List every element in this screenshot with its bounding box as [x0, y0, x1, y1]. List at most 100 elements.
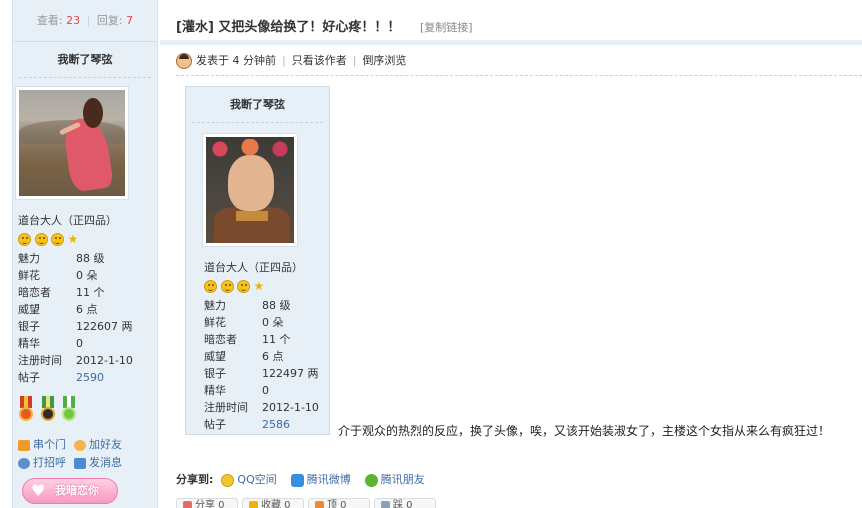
favorite-button[interactable]: 收藏 0	[242, 498, 304, 508]
upvote-label: 顶 0	[327, 500, 347, 508]
online-status-icon	[176, 53, 192, 69]
star-icon: ★	[67, 231, 79, 246]
visit-link[interactable]: 串个门	[18, 436, 66, 454]
share-count-label: 分享 0	[195, 500, 225, 508]
row-key: 银子	[18, 320, 40, 333]
row-key: 威望	[18, 303, 40, 316]
profile-row: 魅力 88 级	[18, 250, 142, 267]
row-key: 精华	[18, 337, 40, 350]
card-row: 魅力 88 级	[204, 297, 324, 314]
profile-row: 威望 6 点	[18, 301, 142, 318]
message-link[interactable]: 发消息	[74, 454, 122, 472]
upvote-button[interactable]: 顶 0	[308, 498, 370, 508]
card-profile: 道台大人（正四品） ★ 魅力 88 级 鲜花 0 朵 暗恋者 11 个 威望 6 点 银…	[204, 259, 324, 433]
row-key: 银子	[204, 367, 226, 380]
greet-link[interactable]: 打招呼	[18, 454, 66, 472]
meta-divider: |	[352, 54, 357, 67]
row-key: 暗恋者	[18, 286, 51, 299]
post-divider	[176, 75, 862, 76]
author-profile: 道台大人（正四品） ★ 魅力 88 级 鲜花 0 朵 暗恋者 11 个 威望 6 点 银…	[18, 212, 142, 386]
add-friend-link[interactable]: 加好友	[74, 436, 122, 454]
share-pengyou-label: 腾讯朋友	[380, 473, 425, 486]
card-avatar-photo	[206, 137, 294, 243]
profile-row: 暗恋者 11 个	[18, 284, 142, 301]
share-weibo[interactable]: 腾讯微博	[290, 471, 351, 489]
card-rank: 道台大人（正四品）	[204, 261, 303, 274]
post-body: 介于观众的热烈的反应，换了头像，唉，又该开始装淑女了，主楼这个女指从来么有疯狂过…	[338, 424, 831, 438]
row-key: 鲜花	[18, 269, 40, 282]
weibo-icon	[290, 473, 304, 487]
add-friend-label: 加好友	[89, 438, 122, 451]
card-post-count: 2586	[262, 418, 290, 431]
replies-label: 回复:	[96, 14, 123, 27]
profile-row: 注册时间 2012-1-10	[18, 352, 142, 369]
medal-icon[interactable]	[61, 396, 77, 424]
share-bar: 分享到: QQ空间 腾讯微博 腾讯朋友	[176, 471, 439, 489]
downvote-button[interactable]: 踩 0	[374, 498, 436, 508]
visit-label: 串个门	[33, 438, 66, 451]
post-time: 发表于 4 分钟前	[196, 54, 276, 67]
row-key: 注册时间	[204, 401, 248, 414]
share-label: 分享到:	[176, 473, 214, 486]
row-value: 88 级	[262, 299, 291, 312]
row-key: 暗恋者	[204, 333, 237, 346]
favorite-label: 收藏 0	[261, 500, 291, 508]
card-row: 银子 122497 两	[204, 365, 324, 382]
medal-list	[18, 396, 79, 424]
smile-icon	[237, 279, 250, 293]
row-key: 威望	[204, 350, 226, 363]
pengyou-icon	[364, 473, 378, 487]
post-meta: 发表于 4 分钟前 | 只看该作者 | 倒序浏览	[176, 52, 406, 70]
row-value: 6 点	[76, 303, 98, 316]
smile-icon	[34, 232, 48, 246]
author-actions: 串个门 加好友 打招呼 发消息	[18, 436, 146, 472]
reverse-order-link[interactable]: 倒序浏览	[362, 52, 406, 70]
medal-icon[interactable]	[40, 396, 56, 424]
views-label: 查看:	[36, 14, 63, 27]
smile-icon	[51, 232, 64, 246]
author-avatar[interactable]	[15, 86, 129, 200]
smile-icon	[204, 279, 217, 293]
replies-count: 7	[126, 14, 134, 27]
row-value: 6 点	[262, 350, 284, 363]
author-rank[interactable]: 道台大人（正四品）	[18, 212, 142, 230]
thread-title: [灌水] 又把头像给换了！好心疼！！！	[176, 20, 401, 35]
thread-stats: 查看: 23 | 回复: 7	[13, 0, 157, 42]
card-row: 威望 6 点	[204, 348, 324, 365]
row-value: 0 朵	[76, 269, 98, 282]
profile-row: 银子 122607 两	[18, 318, 142, 335]
profile-row: 鲜花 0 朵	[18, 267, 142, 284]
post-count-link[interactable]: 2590	[76, 369, 142, 386]
avatar-photo	[19, 90, 125, 196]
author-name[interactable]: 我断了琴弦	[19, 42, 151, 78]
card-row: 注册时间 2012-1-10	[204, 399, 324, 416]
post-action-row: 分享 0 收藏 0 顶 0 踩 0	[176, 498, 440, 508]
row-value: 2012-1-10	[262, 401, 319, 414]
embedded-profile-card: 我断了琴弦 道台大人（正四品） ★ 魅力 88 级 鲜花 0 朵 暗恋者 11 个 威…	[185, 86, 330, 435]
share-pengyou[interactable]: 腾讯朋友	[364, 471, 425, 489]
secret-love-button[interactable]: ♥ 我暗恋你	[22, 478, 118, 504]
share-count-button[interactable]: 分享 0	[176, 498, 238, 508]
author-only-link[interactable]: 只看该作者	[292, 52, 347, 70]
card-rank-stars: ★	[204, 279, 324, 297]
card-row: 暗恋者 11 个	[204, 331, 324, 348]
downvote-label: 踩 0	[393, 500, 413, 508]
row-key: 帖子	[204, 418, 226, 431]
card-row: 帖子 2586	[204, 416, 324, 433]
share-weibo-label: 腾讯微博	[306, 473, 351, 486]
title-divider	[160, 40, 862, 45]
row-value: 2012-1-10	[76, 354, 133, 367]
card-row: 鲜花 0 朵	[204, 314, 324, 331]
card-author-name: 我断了琴弦	[192, 87, 323, 123]
row-value: 11 个	[76, 286, 105, 299]
share-qzone[interactable]: QQ空间	[221, 471, 277, 489]
row-value: 122497 两	[262, 367, 319, 380]
copy-link[interactable]: [复制链接]	[420, 19, 473, 35]
row-value: 88 级	[76, 252, 105, 265]
medal-icon[interactable]	[18, 396, 34, 424]
row-key: 精华	[204, 384, 226, 397]
share-qzone-label: QQ空间	[237, 473, 277, 486]
card-row: 精华 0	[204, 382, 324, 399]
row-value: 0 朵	[262, 316, 284, 329]
friend-icon	[74, 439, 86, 451]
